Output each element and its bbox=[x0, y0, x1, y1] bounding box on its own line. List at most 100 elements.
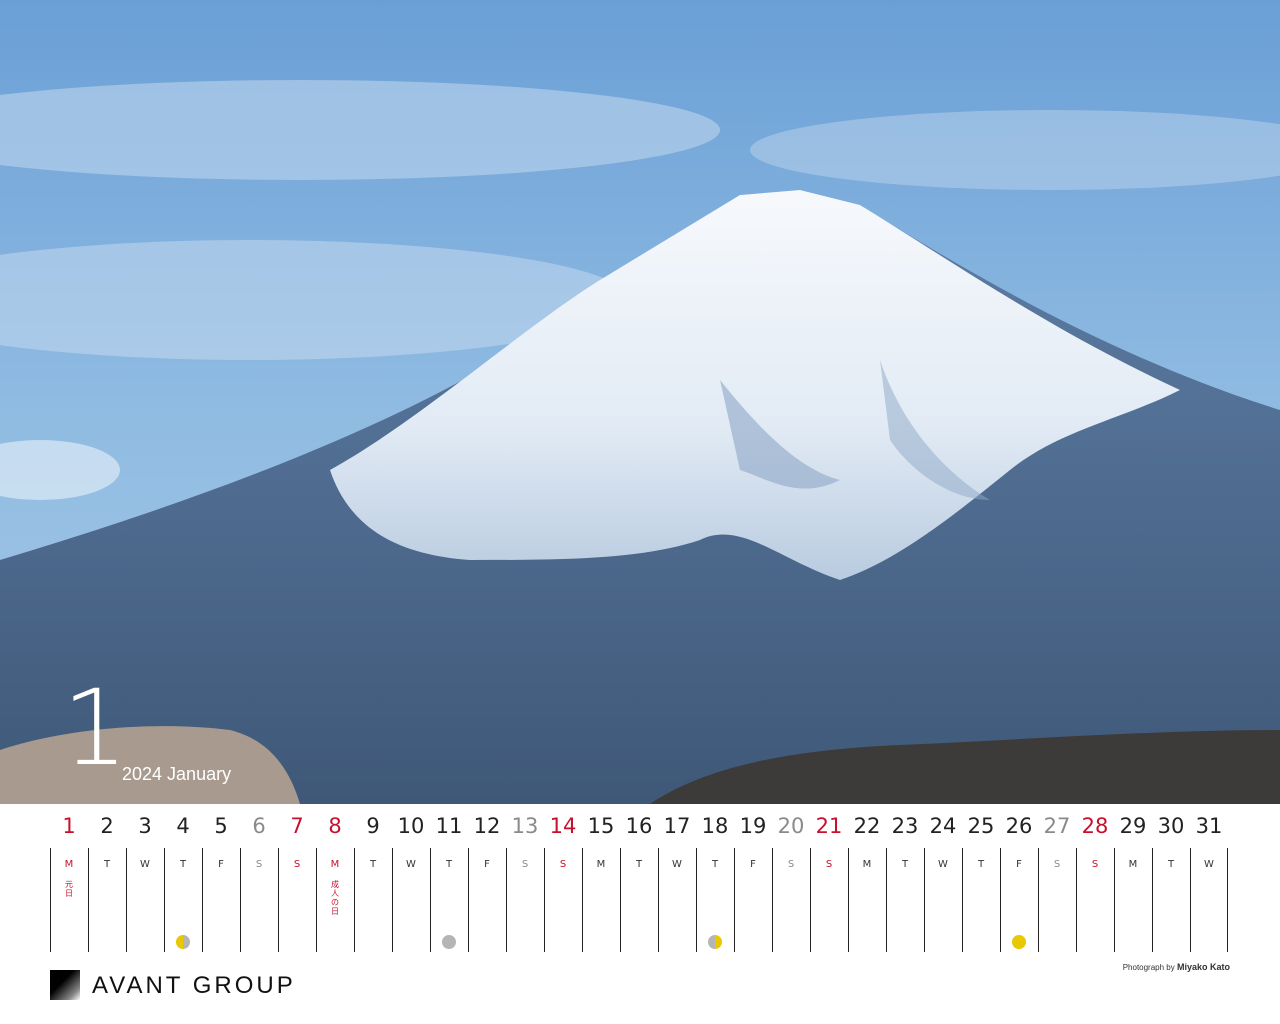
mountain-photo bbox=[0, 0, 1280, 804]
weekday-label: M bbox=[64, 859, 74, 870]
day-number: 29 bbox=[1119, 814, 1147, 838]
weekday-label: S bbox=[521, 859, 529, 870]
day-number: 11 bbox=[435, 814, 463, 838]
day-cell: 22 M bbox=[848, 812, 886, 954]
day-cell: 29 M bbox=[1114, 812, 1152, 954]
weekday-label: F bbox=[750, 859, 756, 870]
day-cell: 20 S bbox=[772, 812, 810, 954]
month-number: 1 bbox=[62, 667, 128, 789]
day-cell: 3W bbox=[126, 812, 164, 954]
weekday-label: T bbox=[1167, 859, 1175, 870]
day-cell: 12 F bbox=[468, 812, 506, 954]
day-number: 8 bbox=[328, 814, 342, 838]
weekday-label: T bbox=[977, 859, 985, 870]
credit-name: Miyako Kato bbox=[1176, 962, 1230, 972]
weekday-label: M bbox=[596, 859, 606, 870]
day-cell: 18 T bbox=[696, 812, 734, 954]
day-cell: 5F bbox=[202, 812, 240, 954]
day-number: 4 bbox=[176, 814, 190, 838]
weekday-label: W bbox=[672, 859, 682, 870]
day-cell: 9T bbox=[354, 812, 392, 954]
weekday-label: S bbox=[255, 859, 263, 870]
weekday-label: T bbox=[103, 859, 111, 870]
brand-logo-icon bbox=[50, 970, 80, 1000]
brand-name: AVANT GROUP bbox=[92, 972, 296, 999]
day-cell: 15 M bbox=[582, 812, 620, 954]
day-number: 6 bbox=[252, 814, 266, 838]
weekday-label: T bbox=[445, 859, 453, 870]
weekday-label: T bbox=[711, 859, 719, 870]
day-cell: 13 S bbox=[506, 812, 544, 954]
day-number: 12 bbox=[473, 814, 501, 838]
day-number: 27 bbox=[1043, 814, 1071, 838]
day-cell: 17 W bbox=[658, 812, 696, 954]
weekday-label: M bbox=[862, 859, 872, 870]
day-cell: 25 T bbox=[962, 812, 1000, 954]
day-number: 16 bbox=[625, 814, 653, 838]
day-number: 1 bbox=[62, 814, 76, 838]
day-number: 31 bbox=[1195, 814, 1223, 838]
day-number: 26 bbox=[1005, 814, 1033, 838]
weekday-label: M bbox=[330, 859, 340, 870]
day-cell: 16 T bbox=[620, 812, 658, 954]
photo-credit: Photograph by Miyako Kato bbox=[1123, 962, 1230, 972]
day-cell: 19 F bbox=[734, 812, 772, 954]
day-number: 25 bbox=[967, 814, 995, 838]
month-subtitle: 2024 January bbox=[122, 764, 232, 784]
weekday-label: W bbox=[140, 859, 150, 870]
day-cell: 24 W bbox=[924, 812, 962, 954]
day-cell: 30 T bbox=[1152, 812, 1190, 954]
weekday-label: T bbox=[179, 859, 187, 870]
first-moon-icon bbox=[708, 935, 722, 949]
day-number: 10 bbox=[397, 814, 425, 838]
day-number: 2 bbox=[100, 814, 114, 838]
weekday-label: W bbox=[406, 859, 416, 870]
day-cell: 14 S bbox=[544, 812, 582, 954]
weekday-label: T bbox=[369, 859, 377, 870]
full-moon-icon bbox=[1012, 935, 1026, 949]
weekday-label: S bbox=[293, 859, 301, 870]
day-cell: 28 S bbox=[1076, 812, 1114, 954]
weekday-label: M bbox=[1128, 859, 1138, 870]
day-cell: 26 F bbox=[1000, 812, 1038, 954]
day-number: 5 bbox=[214, 814, 228, 838]
weekday-label: S bbox=[1091, 859, 1099, 870]
weekday-label: T bbox=[901, 859, 909, 870]
weekday-label: F bbox=[484, 859, 490, 870]
day-cell: 23 T bbox=[886, 812, 924, 954]
day-cell: 1 M 元日 bbox=[50, 812, 88, 954]
calendar-strip: 1 M 元日 2 T 3 W 4 T 5 F 6 S 7 S 8 M 成人の日 9 T 10 W 11 T 12 F 13 S 14 S 1… bbox=[50, 812, 1230, 954]
day-number: 7 bbox=[290, 814, 304, 838]
holiday-label: 元日 bbox=[65, 880, 73, 898]
day-cell: 6S bbox=[240, 812, 278, 954]
day-cell: 2T bbox=[88, 812, 126, 954]
weekday-label: F bbox=[1016, 859, 1022, 870]
weekday-label: S bbox=[1053, 859, 1061, 870]
credit-prefix: Photograph by bbox=[1122, 963, 1175, 972]
day-number: 3 bbox=[138, 814, 152, 838]
day-number: 30 bbox=[1157, 814, 1185, 838]
day-number: 24 bbox=[929, 814, 957, 838]
day-number: 15 bbox=[587, 814, 615, 838]
day-number: 23 bbox=[891, 814, 919, 838]
day-cell: 27 S bbox=[1038, 812, 1076, 954]
day-number: 22 bbox=[853, 814, 881, 838]
last-moon-icon bbox=[176, 935, 190, 949]
weekday-label: F bbox=[218, 859, 224, 870]
day-number: 19 bbox=[739, 814, 767, 838]
weekday-label: S bbox=[787, 859, 795, 870]
weekday-label: T bbox=[635, 859, 643, 870]
weekday-label: S bbox=[559, 859, 567, 870]
day-number: 18 bbox=[701, 814, 729, 838]
weekday-label: W bbox=[1204, 859, 1214, 870]
day-cell: 4T bbox=[164, 812, 202, 954]
weekday-label: S bbox=[825, 859, 833, 870]
day-cell: 10 W bbox=[392, 812, 430, 954]
day-cell: 21 S bbox=[810, 812, 848, 954]
new-moon-icon bbox=[442, 935, 456, 949]
holiday-label: 成人の日 bbox=[331, 880, 339, 916]
day-cell: 11 T bbox=[430, 812, 468, 954]
day-number: 28 bbox=[1081, 814, 1109, 838]
weekday-label: W bbox=[938, 859, 948, 870]
day-cell: 8 M 成人の日 bbox=[316, 812, 354, 954]
